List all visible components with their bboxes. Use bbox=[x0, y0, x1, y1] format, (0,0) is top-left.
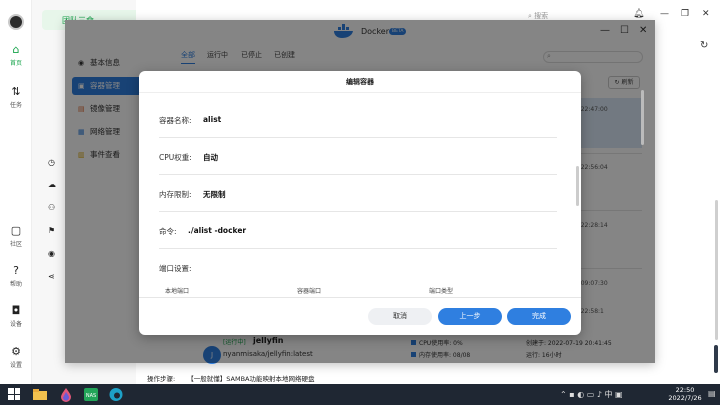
memory-limit-value[interactable]: 无限制 bbox=[203, 189, 226, 200]
nas-app-icon[interactable]: NAS bbox=[83, 387, 99, 402]
rail-item-home[interactable]: ⌂ 首页 bbox=[0, 43, 32, 68]
edge-browser-icon[interactable] bbox=[108, 387, 124, 402]
left-rail: ⌂ 首页 ⇅ 任务 ▢ 社区 ? 帮助 ◘ 设备 ⚙ 设置 bbox=[0, 0, 32, 384]
task-icon: ⇅ bbox=[11, 85, 21, 98]
status-link[interactable]: 【一般就懂】SAMBA功能映射本地网络硬盘 bbox=[187, 375, 314, 383]
svg-text:NAS: NAS bbox=[86, 393, 96, 399]
share-icon: ⋖ bbox=[48, 272, 55, 281]
cpu-weight-value[interactable]: 自动 bbox=[203, 152, 218, 163]
community-icon: ▢ bbox=[10, 224, 22, 237]
file-explorer-icon[interactable] bbox=[32, 387, 48, 402]
rail-item-community[interactable]: ▢ 社区 bbox=[0, 224, 32, 249]
command-value[interactable]: ./alist -docker bbox=[188, 226, 246, 235]
windows-start-icon[interactable] bbox=[8, 388, 20, 400]
docker-scrollbar[interactable] bbox=[641, 90, 644, 145]
port-column-container: 容器端口 bbox=[297, 288, 322, 295]
port-column-local: 本地端口 bbox=[165, 288, 190, 295]
notification-icon[interactable]: ▤ bbox=[708, 389, 716, 398]
tray-icons[interactable]: ⌃ ▪ ◐ ▭ ♪ 中 ▣ bbox=[560, 389, 623, 400]
bookmark-icon: ⚑ bbox=[48, 226, 56, 235]
cancel-button[interactable]: 取消 bbox=[368, 308, 432, 325]
app-drop-icon[interactable] bbox=[58, 387, 74, 402]
clock-icon: ◷ bbox=[48, 158, 55, 167]
ports-label: 端口设置: bbox=[159, 264, 192, 273]
home-icon: ⌂ bbox=[12, 43, 20, 56]
people-icon: ⚇ bbox=[48, 203, 56, 212]
bell-icon[interactable]: 🔔︎ bbox=[633, 9, 644, 19]
rail-item-settings[interactable]: ⚙ 设置 bbox=[0, 345, 32, 370]
field-memory-limit: 内存限制: 无限制 bbox=[159, 175, 557, 212]
rail-item-tasks[interactable]: ⇅ 任务 bbox=[0, 85, 32, 110]
rail-item-device[interactable]: ◘ 设备 bbox=[0, 304, 32, 329]
background-scrollbar[interactable] bbox=[715, 200, 718, 340]
minimize-icon[interactable]: — bbox=[660, 9, 669, 19]
taskbar-clock[interactable]: 22:50 2022/7/26 bbox=[665, 386, 705, 402]
help-icon: ? bbox=[13, 264, 19, 277]
refresh-icon[interactable]: ↻ bbox=[700, 40, 708, 51]
field-command: 命令: ./alist -docker bbox=[159, 212, 557, 249]
avatar[interactable] bbox=[8, 14, 24, 30]
cloud-icon: ☁ bbox=[48, 180, 56, 189]
dialog-footer: 取消 上一步 完成 bbox=[139, 297, 581, 335]
dialog-scrollbar[interactable] bbox=[576, 166, 579, 206]
taskbar: NAS ⌃ ▪ ◐ ▭ ♪ 中 ▣ 22:50 2022/7/26 ▤ bbox=[0, 384, 720, 405]
close-icon[interactable]: ✕ bbox=[702, 9, 710, 19]
restore-icon[interactable]: ❐ bbox=[681, 9, 689, 19]
done-button[interactable]: 完成 bbox=[507, 308, 571, 325]
field-cpu-weight: CPU权重: 自动 bbox=[159, 138, 557, 175]
status-line: 操作步骤: 【一般就懂】SAMBA功能映射本地网络硬盘 bbox=[147, 375, 315, 383]
rail-item-help[interactable]: ? 帮助 bbox=[0, 264, 32, 289]
edge-scrollbar[interactable] bbox=[714, 345, 718, 373]
container-name-value[interactable]: alist bbox=[203, 115, 221, 124]
field-container-name: 容器名称: alist bbox=[159, 101, 557, 138]
previous-button[interactable]: 上一步 bbox=[438, 308, 502, 325]
dialog-title: 编辑容器 bbox=[139, 71, 581, 93]
device-icon: ◘ bbox=[11, 304, 21, 317]
port-column-type: 端口类型 bbox=[429, 288, 454, 295]
settings-icon: ⚙ bbox=[11, 345, 21, 358]
public-icon: ◉ bbox=[48, 249, 55, 258]
edit-container-dialog: 编辑容器 容器名称: alist CPU权重: 自动 内存限制: 无限制 命令:… bbox=[139, 71, 581, 335]
